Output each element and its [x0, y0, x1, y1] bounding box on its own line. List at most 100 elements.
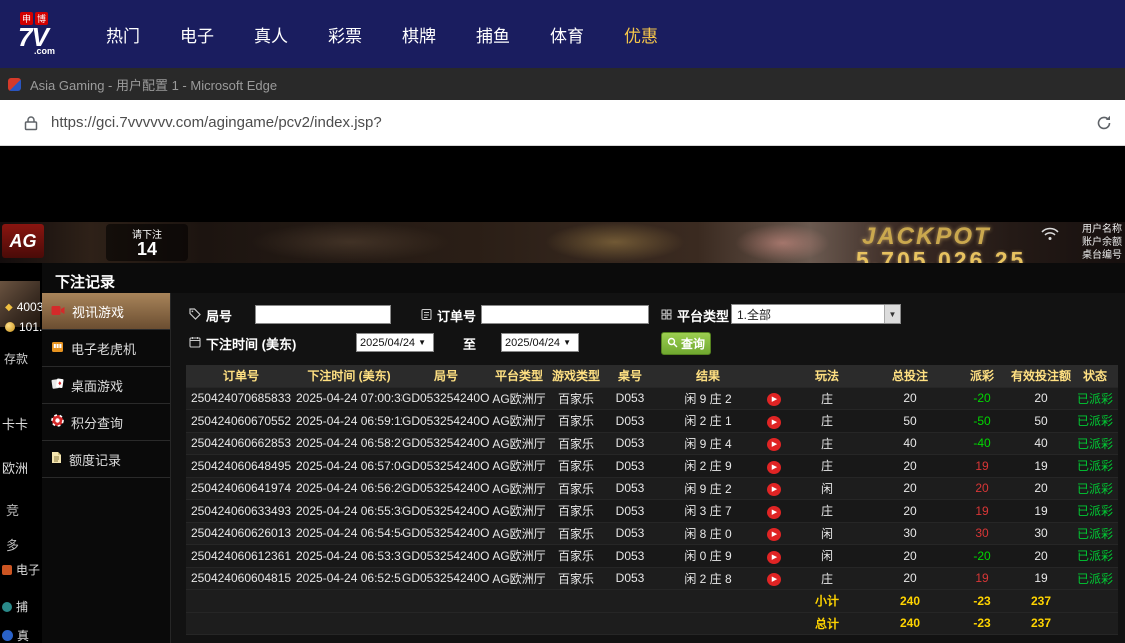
sidebar-item-slots[interactable]: 电子老虎机: [42, 330, 170, 367]
hall-kaka-fragment[interactable]: 卡卡: [2, 414, 28, 433]
table-cell: 庄: [820, 459, 833, 474]
table-row: 250424060612361 2025-04-24 06:53:37 GD0532…: [186, 545, 1118, 568]
nav-live-fragment[interactable]: 真: [2, 627, 29, 643]
table-cell: 2025-04-24 06:57:04: [296, 458, 402, 473]
table-cell: 百家乐: [557, 481, 594, 496]
replay-icon[interactable]: ▶: [767, 483, 781, 497]
jackpot-value: 5,705,026.25: [856, 247, 1027, 263]
menu-item-lottery[interactable]: 彩票: [308, 22, 382, 47]
table-cell: 闲 2 庄 9: [684, 459, 732, 474]
table-cell: GD053254240OI: [402, 548, 490, 563]
replay-icon[interactable]: ▶: [767, 415, 781, 429]
table-cell: 19: [1034, 571, 1048, 586]
table-cell: 19: [1034, 503, 1048, 518]
site-logo[interactable]: 申 博 7V .com: [18, 12, 76, 56]
table-cell: 总计: [814, 616, 839, 631]
table-cell: 19: [1034, 458, 1048, 473]
date-to-select[interactable]: 2025/04/24 ▼: [501, 333, 579, 352]
replay-icon[interactable]: ▶: [767, 550, 781, 564]
table-cell: 结果: [695, 369, 720, 384]
cards-icon: [51, 377, 64, 393]
subtotal-row: 小计 240 -23 237: [186, 590, 1118, 613]
sidebar-item-table-games[interactable]: 桌面游戏: [42, 367, 170, 404]
table-cell: 已派彩: [1076, 436, 1113, 451]
scene-light: [250, 222, 450, 262]
address-bar[interactable]: https://gci.7vvvvvv.com/agingame/pcv2/in…: [51, 114, 1095, 131]
table-cell: 20: [903, 571, 917, 586]
table-cell: 19: [975, 458, 989, 473]
tab-favicon: [8, 77, 21, 91]
table-cell: 小计: [814, 594, 839, 609]
menu-item-hot[interactable]: 热门: [86, 22, 160, 47]
table-cell: 庄: [820, 504, 833, 519]
order-number-label: 订单号: [421, 306, 476, 325]
table-cell: 250424060662853: [190, 436, 292, 451]
sidebar-item-live-games[interactable]: 视讯游戏: [42, 293, 170, 330]
menu-item-promo[interactable]: 优惠: [604, 22, 678, 47]
replay-icon[interactable]: ▶: [767, 393, 781, 407]
sidebar-item-points[interactable]: 积分查询: [42, 404, 170, 441]
sidebar-item-credit-log[interactable]: 额度记录: [42, 441, 170, 478]
table-cell: 状态: [1082, 369, 1107, 384]
order-number-input[interactable]: [481, 305, 649, 324]
replay-icon[interactable]: ▶: [767, 573, 781, 587]
table-cell: ▶: [760, 570, 788, 587]
replay-icon[interactable]: ▶: [767, 528, 781, 542]
replay-icon[interactable]: ▶: [767, 438, 781, 452]
table-cell: 游戏类型: [551, 369, 600, 384]
query-button[interactable]: 查询: [661, 332, 711, 355]
hall-europe-fragment[interactable]: 欧洲: [2, 458, 28, 477]
hall-duo-fragment[interactable]: 多: [6, 535, 19, 554]
nav-slots-fragment[interactable]: 电子: [2, 561, 40, 578]
bet-time-label: 下注时间 (美东): [189, 334, 296, 353]
total-row: 总计 240 -23 237: [186, 612, 1118, 635]
replay-icon[interactable]: ▶: [767, 505, 781, 519]
table-cell: 20: [1034, 391, 1048, 406]
table-cell: 20: [903, 503, 917, 518]
table-cell: 250424060626013: [190, 526, 292, 541]
tag-icon: [189, 308, 201, 323]
grid-icon: [661, 308, 672, 323]
deposit-link-fragment[interactable]: 存款: [4, 350, 28, 367]
table-cell: 已派彩: [1076, 414, 1113, 429]
table-cell: 2025-04-24 06:52:51: [296, 571, 402, 586]
menu-item-live[interactable]: 真人: [234, 22, 308, 47]
sidebar-item-label: 电子老虎机: [71, 341, 137, 357]
table-cell: -23: [973, 593, 991, 608]
bet-countdown: 请下注 14: [106, 224, 188, 261]
table-cell: -40: [973, 436, 991, 451]
dealer-glow: [735, 224, 830, 262]
table-cell: ▶: [760, 413, 788, 429]
table-cell: 250424060633493: [190, 503, 292, 518]
platform-type-select[interactable]: 1.全部 ▼: [731, 304, 901, 324]
table-row: 250424060641974 2025-04-24 06:56:25 GD0532…: [186, 477, 1118, 500]
lock-icon[interactable]: [24, 115, 38, 131]
platform-selected-value: 1.全部: [737, 307, 772, 322]
table-row: 250424060604815 2025-04-24 06:52:51 GD0532…: [186, 567, 1118, 590]
table-cell: 闲 9 庄 4: [684, 436, 732, 451]
menu-item-board[interactable]: 棋牌: [382, 22, 456, 47]
menu-item-fishing[interactable]: 捕鱼: [456, 22, 530, 47]
table-cell: 250424060648495: [190, 458, 292, 473]
table-cell: 百家乐: [557, 391, 594, 406]
date-from-select[interactable]: 2025/04/24 ▼: [356, 333, 434, 352]
refresh-icon[interactable]: [1095, 114, 1113, 132]
nav-fishing-fragment[interactable]: 捕: [2, 598, 28, 615]
table-header-row: 订单号 下注时间 (美东) 局号 平台类型 游戏类型 桌号 结果 玩法 总投注 派彩 有效投注额 状态: [186, 365, 1118, 388]
replay-icon[interactable]: ▶: [767, 460, 781, 474]
table-cell: ▶: [760, 458, 788, 474]
round-number-input[interactable]: [255, 305, 391, 324]
table-cell: 2025-04-24 06:53:37: [296, 548, 402, 563]
table-cell: 平台类型: [494, 369, 543, 384]
table-cell: 2025-04-24 06:55:33: [296, 503, 402, 518]
table-cell: 百家乐: [557, 526, 594, 541]
hall-jing-fragment[interactable]: 竞: [6, 500, 19, 519]
table-cell: 闲 0 庄 9: [684, 549, 732, 564]
table-cell: 237: [1030, 593, 1052, 608]
table-cell: 已派彩: [1076, 391, 1113, 406]
signal-icon: [1040, 227, 1060, 246]
to-label: 至: [463, 337, 477, 352]
menu-item-sports[interactable]: 体育: [530, 22, 604, 47]
table-cell: D053: [615, 526, 645, 541]
menu-item-slots[interactable]: 电子: [160, 22, 234, 47]
